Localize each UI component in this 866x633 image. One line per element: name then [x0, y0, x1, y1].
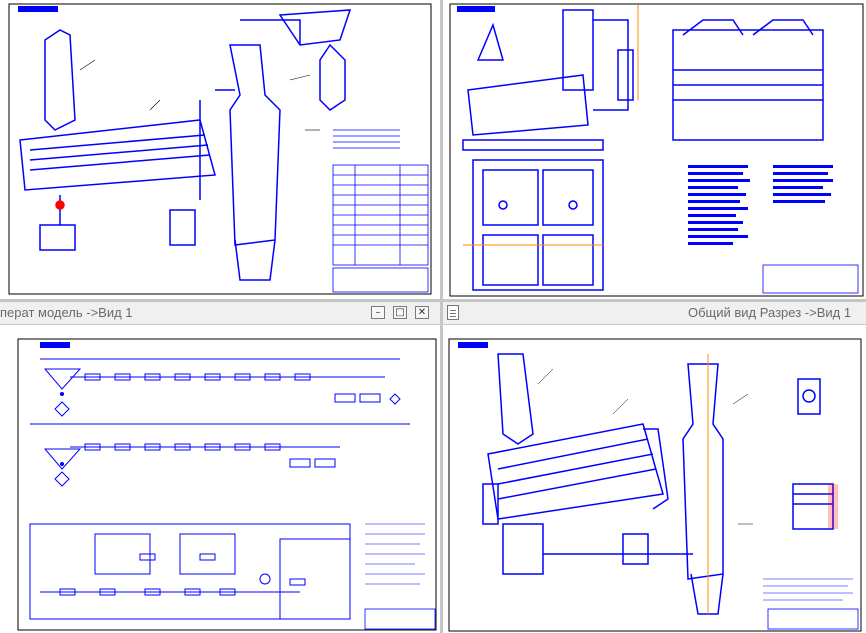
window-title-bottom-right: Общий вид Разрез ->Вид 1	[688, 305, 852, 320]
window-title-bar-bottom-right[interactable]: Общий вид Разрез ->Вид 1	[443, 302, 866, 325]
viewport-bottom-left[interactable]: перат модель ->Вид 1 – □ ✕	[0, 302, 440, 633]
viewport-top-left[interactable]	[0, 0, 440, 299]
drawing-general-view-section	[448, 338, 862, 632]
window-title-bottom-left: перат модель ->Вид 1	[0, 305, 133, 320]
viewport-top-right[interactable]	[443, 0, 866, 299]
drawing-separator-assembly	[449, 3, 864, 297]
window-title-bar-bottom-left[interactable]: перат модель ->Вид 1 – □ ✕	[0, 302, 440, 325]
minimize-button[interactable]: –	[371, 306, 385, 319]
close-button[interactable]: ✕	[415, 306, 429, 319]
viewport-splitter-vertical[interactable]	[440, 0, 443, 633]
viewport-splitter-horizontal[interactable]	[0, 299, 866, 302]
drawing-process-flow-scheme	[17, 338, 437, 631]
document-icon	[447, 305, 459, 320]
drawing-separator-general-view	[8, 3, 432, 295]
viewport-bottom-right[interactable]: Общий вид Разрез ->Вид 1	[443, 302, 866, 633]
restore-button[interactable]: □	[393, 306, 407, 319]
